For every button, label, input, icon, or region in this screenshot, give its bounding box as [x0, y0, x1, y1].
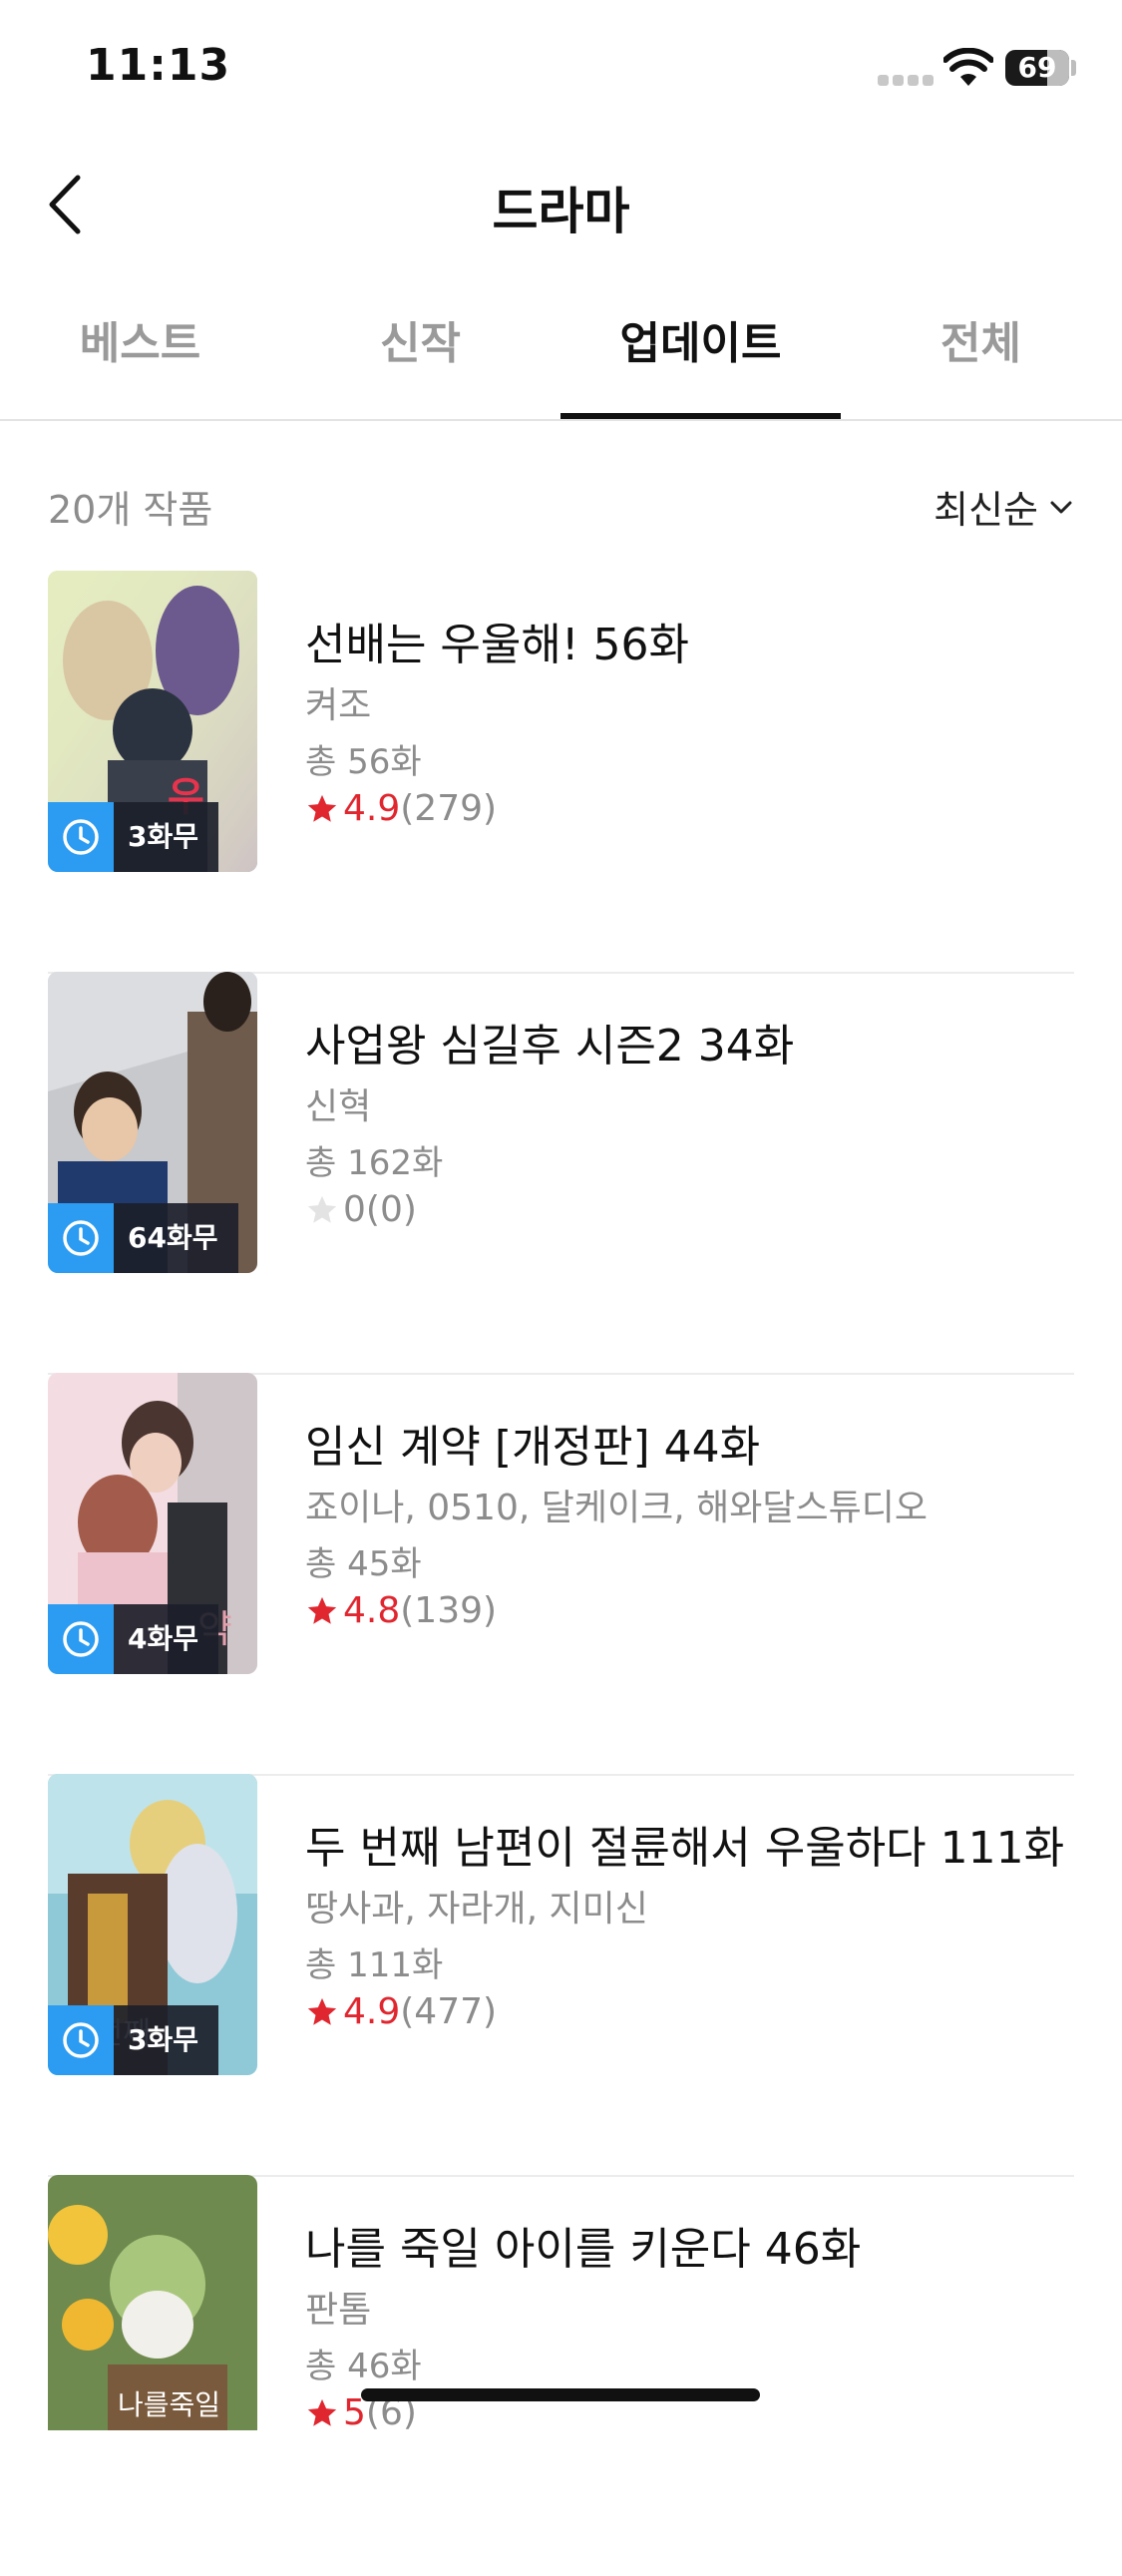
work-title: 사업왕 심길후 시즌2 34화 [305, 1021, 795, 1072]
chevron-down-icon [1050, 501, 1072, 513]
tab-new[interactable]: 신작 [280, 289, 561, 417]
star-icon [307, 2398, 337, 2426]
tab-bar: 베스트 신작 업데이트 전체 [0, 289, 1122, 421]
work-title: 두 번째 남편이 절륜해서 우울하다 111화 [305, 1823, 1065, 1874]
work-author: 땅사과, 자라개, 지미신 [305, 1889, 648, 1930]
work-title: 임신 계약 [개정판] 44화 [305, 1422, 761, 1473]
cover-thumbnail: 두번째 3화무 [48, 1774, 257, 2075]
work-rating: 0 (0) [305, 1189, 417, 1230]
work-episodes: 총 111화 [305, 1945, 444, 1985]
work-author: 판톰 [305, 2290, 372, 2331]
cover-thumbnail: 64화무 [48, 972, 257, 1273]
tab-update[interactable]: 업데이트 [561, 289, 841, 419]
page-title: 드라마 [492, 183, 630, 240]
work-author: 죠이나, 0510, 달케이크, 해와달스튜디오 [305, 1488, 928, 1528]
free-badge: 64화무 [48, 1203, 238, 1273]
list-item[interactable]: 두번째 3화무 두 번째 남편이 절륜해서 우울하다 111화 땅사과, 자라개… [48, 1774, 1074, 2177]
rating-score: 4.9 [343, 788, 401, 829]
free-badge-label: 3화무 [114, 802, 219, 872]
work-rating: 4.9 (477) [305, 1991, 497, 2032]
work-episodes: 총 162화 [305, 1143, 444, 1183]
star-icon [307, 1997, 337, 2025]
star-icon [307, 1195, 337, 1223]
rating-count: (0) [365, 1189, 417, 1230]
battery-icon: 69 [1005, 50, 1069, 86]
list-item[interactable]: 64화무 사업왕 심길후 시즌2 34화 신혁 총 162화 0 (0) [48, 972, 1074, 1375]
battery-level: 69 [1017, 51, 1057, 84]
rating-count: (477) [400, 1991, 498, 2032]
svg-text:나를죽일: 나를죽일 [118, 2388, 220, 2421]
cover-thumbnail: 약 4화무 [48, 1373, 257, 1674]
cover-art: 나를죽일 [48, 2175, 257, 2430]
rating-score: 4.8 [343, 1590, 401, 1631]
rating-score: 0 [343, 1189, 366, 1230]
list-item[interactable]: 나를죽일 나를 죽일 아이를 키운다 46화 판톰 총 46화 5 (6) [48, 2175, 1074, 2576]
free-badge-label: 3화무 [114, 2005, 219, 2075]
work-author: 켜조 [305, 685, 372, 726]
star-icon [307, 794, 337, 822]
rating-count: (279) [400, 788, 498, 829]
work-title: 선배는 우울해! 56화 [305, 620, 689, 670]
tab-best[interactable]: 베스트 [0, 289, 280, 417]
nav-header: 드라마 [0, 130, 1122, 279]
cellular-signal-icon [878, 72, 934, 86]
free-badge: 3화무 [48, 802, 219, 872]
work-episodes: 총 56화 [305, 742, 422, 782]
clock-icon [48, 2005, 114, 2075]
rating-count: (139) [400, 1590, 498, 1631]
work-rating: 4.9 (279) [305, 788, 497, 829]
work-episodes: 총 46화 [305, 2347, 422, 2386]
work-author: 신혁 [305, 1086, 372, 1127]
work-episodes: 총 45화 [305, 1544, 422, 1584]
status-time: 11:13 [86, 40, 231, 91]
work-title: 나를 죽일 아이를 키운다 46화 [305, 2224, 862, 2275]
work-count: 20개 작품 [48, 488, 213, 532]
home-indicator [361, 2388, 760, 2401]
clock-icon [48, 1203, 114, 1273]
sort-dropdown[interactable]: 최신순 [934, 479, 1074, 534]
battery-cap [1071, 60, 1076, 76]
cover-thumbnail: 우 3화무 [48, 571, 257, 872]
clock-icon [48, 1604, 114, 1674]
list-item[interactable]: 약 4화무 임신 계약 [개정판] 44화 죠이나, 0510, 달케이크, 해… [48, 1373, 1074, 1776]
free-badge: 3화무 [48, 2005, 219, 2075]
status-bar: 11:13 69 [0, 0, 1122, 130]
tab-all[interactable]: 전체 [841, 289, 1121, 417]
star-icon [307, 1596, 337, 1624]
free-badge-label: 64화무 [114, 1203, 238, 1273]
work-rating: 4.8 (139) [305, 1590, 497, 1631]
cover-thumbnail: 나를죽일 [48, 2175, 257, 2430]
sort-label: 최신순 [934, 488, 1038, 532]
list-item[interactable]: 우 3화무 선배는 우울해! 56화 켜조 총 56화 4.9 (279) [48, 571, 1074, 974]
wifi-icon [943, 48, 993, 86]
clock-icon [48, 802, 114, 872]
free-badge-label: 4화무 [114, 1604, 219, 1674]
free-badge: 4화무 [48, 1604, 219, 1674]
rating-score: 4.9 [343, 1991, 401, 2032]
